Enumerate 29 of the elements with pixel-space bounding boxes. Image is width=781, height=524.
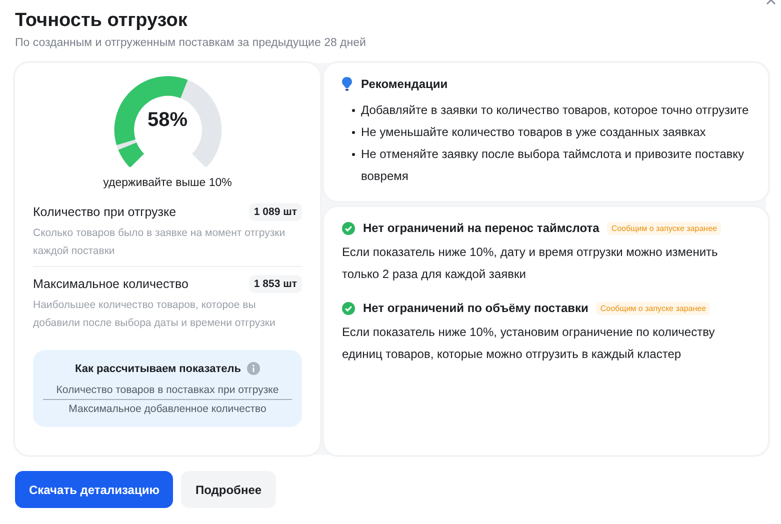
- recommendation-item: Не отменяйте заявку после выбора таймслота и привозите поставку вовремя: [361, 146, 746, 185]
- metric-description: Сколько товаров было в заявке на момент отгрузки каждой поставки: [33, 226, 286, 259]
- restriction-text: Если показатель ниже 10%, дату и время отгрузки можно изменить только 2 раза для каждой заявки: [342, 244, 719, 283]
- info-icon[interactable]: [246, 362, 260, 375]
- recommendation-item: Не уменьшайте количество товаров в уже созданных заявках: [361, 124, 706, 141]
- recommendations-title: Рекомендации: [361, 77, 448, 91]
- dialog-subtitle: По созданным и отгруженным поставкам за предыдущие 28 дней: [15, 37, 367, 49]
- formula-numerator: Количество товаров в поставках при отгрузке: [43, 384, 292, 400]
- restriction-title: Нет ограничений на перенос таймслота: [363, 221, 600, 235]
- gauge-caption: удерживайте выше 10%: [102, 177, 233, 189]
- formula-denominator: Максимальное добавленное количество: [68, 403, 268, 415]
- restriction-text: Если показатель ниже 10%, установим ограничение по количеству единиц товаров, которые можно отгрузить в каждый кластер: [342, 324, 716, 363]
- metric-description: Наибольшее количество товаров, которое вы добавили после выбора даты и времени отгрузки: [33, 298, 276, 331]
- metric-label: Количество при отгрузке: [33, 205, 176, 219]
- dialog-title: Точность отгрузок: [15, 9, 188, 33]
- metric-value: 1 089 шт: [248, 203, 302, 221]
- download-button[interactable]: Скачать детализацию: [15, 471, 174, 508]
- metric-value: 1 853 шт: [248, 275, 302, 293]
- status-badge: Сообщим о запуске заранее: [607, 222, 721, 234]
- restriction-title: Нет ограничений по объёму поставки: [363, 301, 588, 315]
- status-badge: Сообщим о запуске заранее: [596, 302, 710, 314]
- recommendation-item: Добавляйте в заявки то количество товаров, которое точно отгрузите: [361, 102, 749, 119]
- check-circle-icon: [342, 222, 355, 234]
- metric-label: Максимальное количество: [33, 277, 188, 291]
- formula-title: Как рассчитываем показатель: [75, 362, 241, 374]
- check-circle-icon: [342, 302, 355, 314]
- gauge-value: 58%: [146, 109, 189, 132]
- details-button[interactable]: Подробнее: [181, 471, 276, 508]
- lightbulb-icon: [342, 77, 352, 91]
